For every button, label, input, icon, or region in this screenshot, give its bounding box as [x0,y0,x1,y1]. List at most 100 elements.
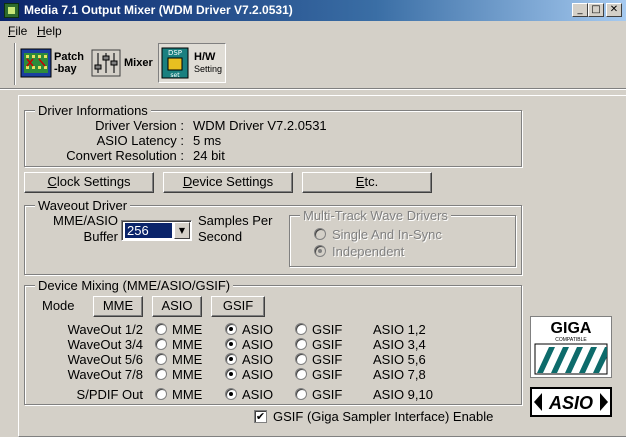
buffer-label-1: MME/ASIO [52,213,118,228]
hw-setting-icon: DSP set [161,47,189,79]
independent-radio[interactable] [314,245,326,257]
mode-gsif-button[interactable]: GSIF [211,296,265,317]
hw-label-2: Setting [194,64,223,74]
svg-text:GIGA: GIGA [551,320,592,337]
mixing-row-mme-label: MME [172,367,203,382]
mixing-row-gsif-label: GSIF [312,352,343,367]
toolbar: Patch -bay Mixer DSP set H/W Setting [0,43,626,87]
patchbay-label-2: -bay [54,63,77,75]
mode-asio-button[interactable]: ASIO [152,296,202,317]
mixing-row-mme-radio[interactable] [155,353,167,365]
mixing-row-asio-radio[interactable] [225,353,237,365]
maximize-button[interactable]: □ [588,3,604,17]
mixing-row-assignment: ASIO 3,4 [373,337,426,352]
mixing-row-gsif-label: GSIF [312,322,343,337]
mixing-row-name: WaveOut 3/4 [67,337,143,352]
driver-version-value: WDM Driver V7.2.0531 [193,118,327,133]
independent-label: Independent [332,244,405,259]
mixing-row-mme-radio[interactable] [155,388,167,400]
mixing-row-asio-radio[interactable] [225,368,237,380]
mixing-row-mme-label: MME [172,352,203,367]
svg-text:ASIO: ASIO [548,393,593,413]
etc-button[interactable]: Etc. [302,172,432,193]
mixer-label: Mixer [124,57,153,69]
mixing-row-mme-radio[interactable] [155,323,167,335]
mixing-row-gsif-label: GSIF [312,367,343,382]
mixing-row-mme-label: MME [172,337,203,352]
buffer-label-2: Buffer [83,229,118,244]
asio-logo-graphic: ASIO [534,393,608,413]
toolbar-divider [0,88,626,90]
window-title: Media 7.1 Output Mixer (WDM Driver V7.2.… [24,3,293,17]
mixing-row-name: S/PDIF Out [76,387,143,402]
mixer-button[interactable]: Mixer [90,43,156,83]
minimize-button[interactable]: _ [572,3,588,17]
mode-mme-button[interactable]: MME [93,296,143,317]
giga-compatible-logo: GIGA COMPATIBLE [530,316,612,378]
mixing-row-gsif-label: GSIF [312,337,343,352]
mixing-row-asio-radio[interactable] [225,323,237,335]
svg-text:set: set [170,72,180,79]
mixing-row-gsif-label: GSIF [312,387,343,402]
patchbay-icon [20,48,52,78]
menu-bar: File Help [0,21,626,39]
mixing-row-mme-label: MME [172,387,203,402]
device-settings-button[interactable]: Device Settings [163,172,293,193]
mixing-row-name: WaveOut 1/2 [67,322,143,337]
mixing-row-asio-label: ASIO [242,337,274,352]
chevron-down-icon[interactable]: ▼ [174,222,190,239]
menu-file[interactable]: File [8,24,27,38]
mixing-row-gsif-radio[interactable] [295,338,307,350]
hw-label-1: H/W [194,51,216,63]
close-button[interactable]: ✕ [606,3,622,17]
mixing-row-gsif-radio[interactable] [295,368,307,380]
convert-resolution-label: Convert Resolution : [66,148,184,163]
menu-help[interactable]: Help [37,24,62,38]
driver-version-label: Driver Version : [95,118,184,133]
mixing-row-asio-radio[interactable] [225,388,237,400]
mixing-row-asio-label: ASIO [242,367,274,382]
giga-logo-graphic: GIGA COMPATIBLE [534,320,608,375]
buffer-select-value: 256 [124,222,173,239]
mixing-row-mme-radio[interactable] [155,338,167,350]
mixing-row-asio-label: ASIO [242,387,274,402]
mixing-row-assignment: ASIO 9,10 [373,387,433,402]
mixing-row-gsif-radio[interactable] [295,323,307,335]
app-icon [4,3,19,18]
gsif-enable-checkbox[interactable]: ✔ [254,410,267,423]
asio-latency-label: ASIO Latency : [96,133,184,148]
mixing-row-mme-radio[interactable] [155,368,167,380]
mixing-row-asio-label: ASIO [242,322,274,337]
multitrack-legend: Multi-Track Wave Drivers [300,208,451,223]
driver-info-legend: Driver Informations [35,103,151,118]
mixing-row-gsif-radio[interactable] [295,353,307,365]
patchbay-button[interactable]: Patch -bay [20,43,86,83]
mixing-row-assignment: ASIO 7,8 [373,367,426,382]
patchbay-label-1: Patch [54,51,84,63]
mixer-icon [91,49,121,77]
single-in-sync-radio[interactable] [314,228,326,240]
clock-settings-button[interactable]: Clock Settings [24,172,154,193]
convert-resolution-value: 24 bit [193,148,225,163]
samples-label-1: Samples Per [198,213,273,228]
gsif-enable-label: GSIF (Giga Sampler Interface) Enable [273,409,494,424]
mixing-row-assignment: ASIO 5,6 [373,352,426,367]
title-bar: Media 7.1 Output Mixer (WDM Driver V7.2.… [0,0,626,21]
single-in-sync-label: Single And In-Sync [332,227,442,242]
waveout-driver-legend: Waveout Driver [35,198,131,213]
mixing-row-assignment: ASIO 1,2 [373,322,426,337]
device-mixing-legend: Device Mixing (MME/ASIO/GSIF) [35,278,234,293]
mixing-row-asio-label: ASIO [242,352,274,367]
mixing-row-name: WaveOut 5/6 [67,352,143,367]
mixing-row-name: WaveOut 7/8 [67,367,143,382]
mixing-row-asio-radio[interactable] [225,338,237,350]
mixing-row-gsif-radio[interactable] [295,388,307,400]
buffer-select[interactable]: 256 ▼ [121,220,192,241]
hw-setting-button[interactable]: DSP set H/W Setting [158,43,226,83]
mixing-row-mme-label: MME [172,322,203,337]
asio-logo: ASIO [530,387,612,417]
asio-latency-value: 5 ms [193,133,222,148]
svg-text:DSP: DSP [168,49,182,57]
mode-label: Mode [42,298,75,313]
samples-label-2: Second [198,229,243,244]
